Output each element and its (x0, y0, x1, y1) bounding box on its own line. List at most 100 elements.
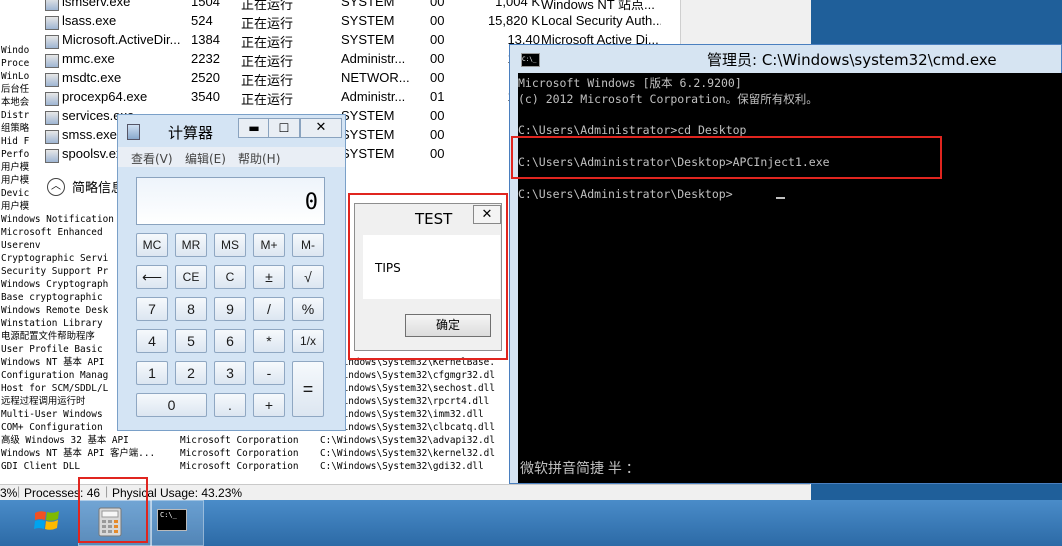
key-backspace[interactable]: ⟵ (136, 265, 168, 289)
key-divide[interactable]: / (253, 297, 285, 321)
dll-description: Windo (1, 45, 30, 56)
key-sqrt[interactable]: √ (292, 265, 324, 289)
console-line: Microsoft Windows [版本 6.2.9200] (518, 76, 742, 90)
key-1[interactable]: 1 (136, 361, 168, 385)
process-desc: Local Security Auth... (541, 13, 661, 28)
display-value: 0 (304, 190, 318, 215)
calculator-window[interactable]: 计算器 ▬ ☐ ✕ 查看(V) 编辑(E) 帮助(H) 0 MC MR MS M… (117, 114, 346, 431)
process-user: SYSTEM (341, 127, 395, 142)
process-pid: 524 (191, 13, 213, 28)
key-9[interactable]: 9 (214, 297, 246, 321)
table-row[interactable]: lsmserv.exe 1504 正在运行 SYSTEM 00 1,004 K Window… (38, 0, 678, 12)
process-status: 正在运行 (241, 92, 294, 107)
dll-description: User Profile Basic (1, 344, 103, 355)
process-pid: 2232 (191, 51, 220, 66)
dll-description: Security Support Pr (1, 266, 109, 277)
dll-description: Userenv (1, 240, 41, 251)
key-ms[interactable]: MS (214, 233, 246, 257)
key-add[interactable]: + (253, 393, 285, 417)
process-cpu: 00 (430, 70, 445, 85)
menu-view[interactable]: 查看(V) (131, 150, 173, 167)
dll-description: 高级 Windows 32 基本 API (1, 435, 129, 446)
key-mminus[interactable]: M- (292, 233, 324, 257)
close-button[interactable]: ✕ (300, 118, 342, 138)
process-status: 正在运行 (241, 73, 294, 88)
process-user: SYSTEM (341, 13, 395, 28)
key-equals[interactable]: = (292, 361, 324, 417)
dll-path: C:\Windows\System32\sechost.dll (320, 383, 495, 394)
key-decimal[interactable]: . (214, 393, 246, 417)
key-ce[interactable]: CE (175, 265, 207, 289)
calculator-menubar: 查看(V) 编辑(E) 帮助(H) (118, 147, 345, 167)
console-prompt: C:\Users\Administrator\Desktop> (518, 187, 733, 201)
process-user: SYSTEM (341, 146, 395, 161)
process-icon (45, 73, 59, 87)
dll-description: Microsoft Enhanced (1, 227, 103, 238)
process-icon (45, 111, 59, 125)
taskbar-cmd-button[interactable]: C:\_ (150, 500, 204, 546)
process-cpu: 00 (430, 13, 445, 28)
key-reciprocal[interactable]: 1/x (292, 329, 324, 353)
dll-description: COM+ Configuration (1, 422, 103, 433)
key-2[interactable]: 2 (175, 361, 207, 385)
key-3[interactable]: 3 (214, 361, 246, 385)
console-output[interactable]: Microsoft Windows [版本 6.2.9200] (c) 2012… (518, 73, 1062, 483)
key-plus-minus[interactable]: ± (253, 265, 285, 289)
process-cpu: 00 (430, 51, 445, 66)
key-5[interactable]: 5 (175, 329, 207, 353)
dll-description: 后台任 (1, 84, 30, 95)
process-pid: 3540 (191, 89, 220, 104)
process-pid: 1384 (191, 32, 220, 47)
process-cpu: 00 (430, 32, 445, 47)
key-multiply[interactable]: * (253, 329, 285, 353)
key-percent[interactable]: % (292, 297, 324, 321)
calculator-titlebar[interactable]: 计算器 ▬ ☐ ✕ (118, 115, 345, 147)
start-button[interactable] (24, 500, 72, 544)
cmd-window[interactable]: C:\_ 管理员: C:\Windows\system32\cmd.exe Mi… (509, 44, 1062, 484)
dll-company: Microsoft Corporation (180, 461, 299, 472)
dll-description: 组策略 (1, 123, 30, 134)
key-mc[interactable]: MC (136, 233, 168, 257)
dll-description: Configuration Manag (1, 370, 109, 381)
key-7[interactable]: 7 (136, 297, 168, 321)
key-c[interactable]: C (214, 265, 246, 289)
process-cpu: 00 (430, 146, 445, 161)
key-6[interactable]: 6 (214, 329, 246, 353)
process-name: mmc.exe (62, 51, 115, 66)
cmd-title: 管理员: C:\Windows\system32\cmd.exe (707, 51, 997, 69)
dll-path: C:\Windows\System32\advapi32.dl (320, 435, 495, 446)
dll-description: Windows NT 基本 API (1, 357, 105, 368)
ime-status: 微软拼音简捷 半 ： (520, 460, 640, 476)
maximize-button[interactable]: ☐ (268, 118, 300, 138)
process-status: 正在运行 (241, 16, 294, 31)
key-0[interactable]: 0 (136, 393, 207, 417)
key-mr[interactable]: MR (175, 233, 207, 257)
dll-company: Microsoft Corporation (180, 448, 299, 459)
process-icon (45, 35, 59, 49)
key-mplus[interactable]: M+ (253, 233, 285, 257)
highlight-box-taskbar (78, 477, 148, 543)
dll-description: Windows NT 基本 API 客户端... (1, 448, 156, 459)
process-mem: 1,004 K (495, 0, 540, 9)
process-cpu: 00 (430, 127, 445, 142)
dll-description: 本地会 (1, 97, 30, 108)
process-status: 正在运行 (241, 35, 294, 50)
process-user: SYSTEM (341, 108, 395, 123)
dll-description: Perfo (1, 149, 30, 160)
menu-help[interactable]: 帮助(H) (238, 150, 280, 167)
table-row[interactable]: lsass.exe 524 正在运行 SYSTEM 00 15,820 K Local Se… (38, 12, 678, 31)
process-cpu: 00 (430, 108, 445, 123)
key-4[interactable]: 4 (136, 329, 168, 353)
console-line: (c) 2012 Microsoft Corporation。保留所有权利。 (518, 92, 818, 106)
menu-edit[interactable]: 编辑(E) (185, 150, 226, 167)
calculator-display: 0 (136, 177, 325, 225)
process-pid: 1504 (191, 0, 220, 9)
key-8[interactable]: 8 (175, 297, 207, 321)
minimize-button[interactable]: ▬ (238, 118, 270, 138)
dll-path: C:\Windows\System32\kernel32.dl (320, 448, 495, 459)
key-subtract[interactable]: - (253, 361, 285, 385)
process-cpu: 00 (430, 0, 445, 9)
process-cpu: 01 (430, 89, 445, 104)
text-cursor (776, 197, 785, 199)
dll-description: GDI Client DLL (1, 461, 81, 472)
